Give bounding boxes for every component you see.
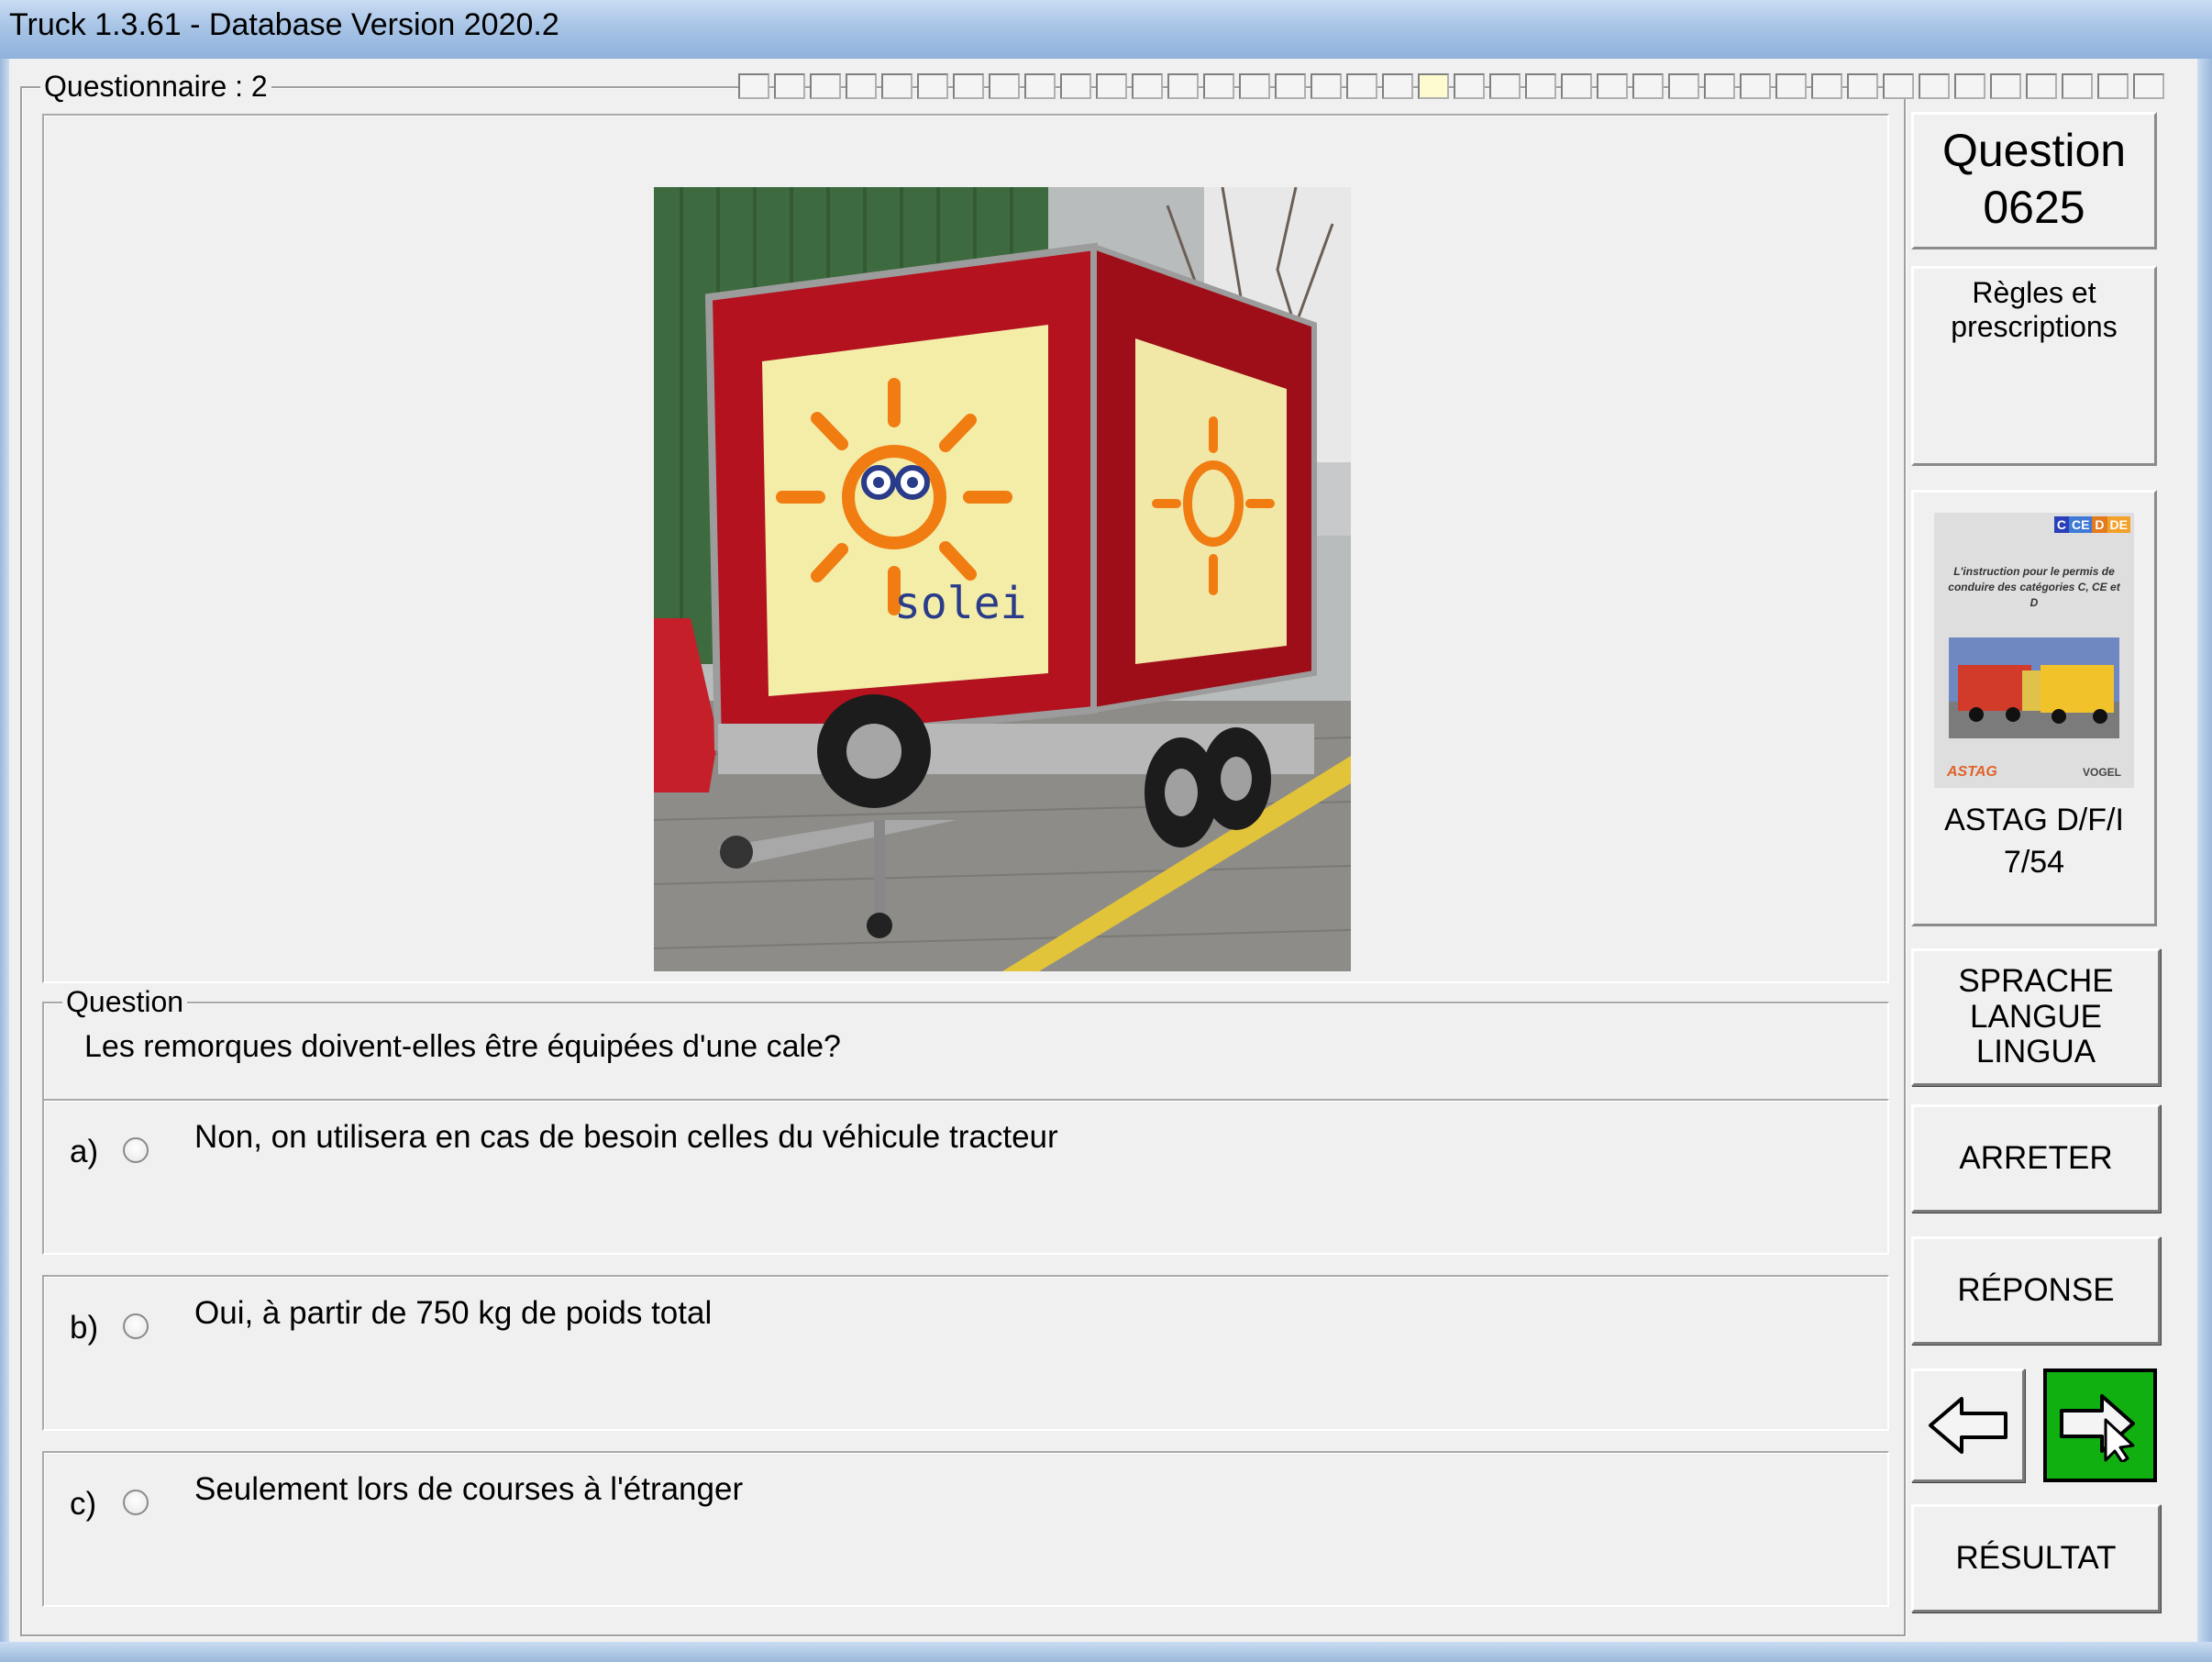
progress-cell <box>1239 73 1270 99</box>
question-text: Les remorques doivent-elles être équipée… <box>84 1029 841 1064</box>
answer-c-text[interactable]: Seulement lors de courses à l'étranger <box>194 1471 743 1508</box>
window-frame-right <box>2197 59 2212 1662</box>
answer-b-letter: b) <box>70 1310 99 1346</box>
book-logo-right: VOGEL <box>2082 766 2121 779</box>
progress-cell <box>774 73 805 99</box>
answer-a-text[interactable]: Non, on utilisera en cas de besoin celle… <box>194 1119 1058 1156</box>
book-badge: D <box>2092 516 2107 533</box>
progress-cell <box>1919 73 1950 99</box>
book-cover-text: L'instruction pour le permis de conduire… <box>1948 565 2120 609</box>
progress-cell <box>1811 73 1842 99</box>
book-category-badges: C CE D DE <box>2053 516 2130 533</box>
progress-cell <box>953 73 984 99</box>
image-panel: solei <box>42 114 1889 983</box>
progress-cell <box>1597 73 1628 99</box>
question-progress-bar <box>738 73 2169 101</box>
progress-cell <box>1668 73 1699 99</box>
window-title: Truck 1.3.61 - Database Version 2020.2 <box>9 7 559 42</box>
progress-cell <box>1954 73 1985 99</box>
progress-cell <box>1454 73 1485 99</box>
window-frame-bottom <box>0 1642 2212 1662</box>
answer-b-text[interactable]: Oui, à partir de 750 kg de poids total <box>194 1295 712 1332</box>
language-label-fr: LANGUE <box>1970 998 2102 1035</box>
client-area: Questionnaire : 2 solei Question Les rem… <box>9 59 2197 1642</box>
answer-b-radio[interactable] <box>123 1313 149 1339</box>
progress-cell <box>1311 73 1342 99</box>
progress-cell <box>1346 73 1377 99</box>
progress-cell <box>2026 73 2057 99</box>
answer-c-panel[interactable]: c) Seulement lors de courses à l'étrange… <box>42 1451 1889 1607</box>
progress-cell <box>1096 73 1127 99</box>
progress-cell <box>881 73 912 99</box>
answer-a-panel[interactable]: a) Non, on utilisera en cas de besoin ce… <box>42 1099 1889 1255</box>
progress-cell <box>1024 73 1056 99</box>
book-reference-box: C CE D DE L'instruction pour le permis de c… <box>1911 490 2157 926</box>
answer-a-radio[interactable] <box>123 1137 149 1163</box>
progress-cell <box>2097 73 2129 99</box>
progress-cell <box>1132 73 1163 99</box>
next-button[interactable] <box>2043 1368 2157 1482</box>
category-box: Règles et prescriptions <box>1911 266 2157 466</box>
book-cover: C CE D DE L'instruction pour le permis de c… <box>1934 513 2134 788</box>
arrow-right-icon <box>2060 1394 2135 1462</box>
questionnaire-label: Questionnaire : 2 <box>40 70 271 104</box>
progress-cell <box>989 73 1020 99</box>
language-button[interactable]: SPRACHE LANGUE LINGUA <box>1911 948 2161 1086</box>
book-badge: DE <box>2107 516 2130 533</box>
progress-cell <box>1775 73 1807 99</box>
question-number-box: Question 0625 <box>1911 112 2157 249</box>
progress-cell <box>1740 73 1771 99</box>
arrow-left-icon <box>1929 1397 2007 1454</box>
progress-cell <box>1489 73 1521 99</box>
progress-cell <box>1632 73 1664 99</box>
answer-c-letter: c) <box>70 1486 97 1522</box>
answer-a-letter: a) <box>70 1134 99 1169</box>
progress-cell <box>2062 73 2093 99</box>
progress-cell <box>1203 73 1234 99</box>
progress-cell <box>917 73 948 99</box>
book-logo-left: ASTAG <box>1947 764 1997 780</box>
question-number-title: Question <box>1941 125 2127 176</box>
progress-cell <box>1275 73 1306 99</box>
show-answer-button-label: RÉPONSE <box>1957 1271 2115 1308</box>
progress-cell <box>1418 73 1449 99</box>
category-line2: prescriptions <box>1951 310 2118 343</box>
progress-cell <box>1525 73 1556 99</box>
book-page: 7/54 <box>2003 845 2065 880</box>
book-badge: C <box>2053 516 2069 533</box>
progress-cell <box>1060 73 1091 99</box>
progress-cell <box>1704 73 1735 99</box>
show-answer-button[interactable]: RÉPONSE <box>1911 1236 2161 1345</box>
stop-button[interactable]: ARRETER <box>1911 1104 2161 1213</box>
progress-cell <box>1167 73 1199 99</box>
category-line1: Règles et <box>1972 276 2096 309</box>
book-badge: CE <box>2068 516 2093 533</box>
window-frame-left <box>0 59 9 1662</box>
result-button[interactable]: RÉSULTAT <box>1911 1504 2161 1612</box>
progress-cell <box>1561 73 1592 99</box>
progress-cell <box>2133 73 2164 99</box>
trailer-brand-text: solei <box>894 578 1027 629</box>
progress-cell <box>846 73 877 99</box>
question-image: solei <box>654 187 1351 971</box>
progress-cell <box>1883 73 1914 99</box>
title-bar[interactable]: Truck 1.3.61 - Database Version 2020.2 <box>0 0 2212 59</box>
progress-cell <box>1382 73 1413 99</box>
question-label: Question <box>62 985 188 1019</box>
previous-button[interactable] <box>1911 1368 2025 1482</box>
answer-c-radio[interactable] <box>123 1490 149 1515</box>
language-label-it: LINGUA <box>1975 1034 2096 1070</box>
result-button-label: RÉSULTAT <box>1955 1539 2117 1576</box>
book-cover-trucks-image <box>1949 637 2119 738</box>
progress-cell <box>1990 73 2021 99</box>
book-source: ASTAG D/F/I <box>1944 803 2124 837</box>
progress-cell <box>738 73 769 99</box>
stop-button-label: ARRETER <box>1959 1139 2113 1176</box>
answer-b-panel[interactable]: b) Oui, à partir de 750 kg de poids tota… <box>42 1275 1889 1431</box>
language-label-de: SPRACHE <box>1958 963 2114 1000</box>
progress-cell <box>810 73 841 99</box>
progress-cell <box>1847 73 1878 99</box>
question-number: 0625 <box>1983 182 2085 233</box>
